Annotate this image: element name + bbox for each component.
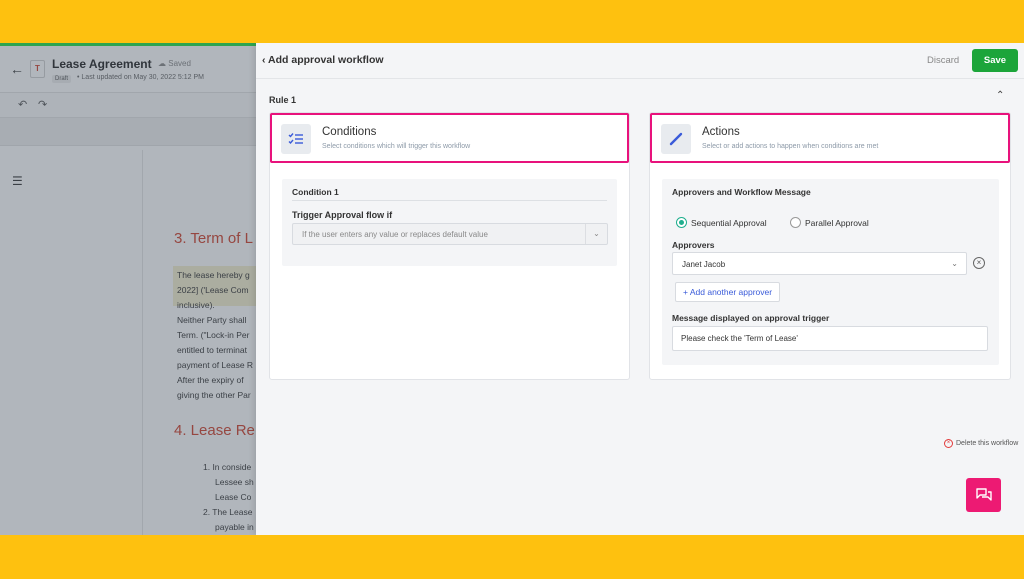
add-approver-button[interactable]: + Add another approver <box>675 282 781 302</box>
conditions-title: Conditions <box>322 126 377 138</box>
conditions-header: Conditions Select conditions which will … <box>270 113 629 163</box>
approvers-block: Approvers and Workflow Message Sequentia… <box>662 179 999 365</box>
parallel-approval-label: Parallel Approval <box>805 217 869 228</box>
radio-unchecked-icon <box>790 217 801 228</box>
save-button[interactable]: Save <box>972 49 1018 72</box>
approvers-section-title: Approvers and Workflow Message <box>672 187 811 197</box>
approvers-label: Approvers <box>672 240 715 250</box>
back-to-workflows-link[interactable]: ‹ Add approval workflow <box>262 54 384 66</box>
delete-workflow-link[interactable]: × Delete this workflow <box>944 439 1018 448</box>
approval-workflow-panel: ‹ Add approval workflow Discard Save Rul… <box>256 43 1024 535</box>
delete-circle-icon: × <box>944 439 953 448</box>
sequential-approval-label: Sequential Approval <box>691 217 767 228</box>
discard-button[interactable]: Discard <box>919 50 967 72</box>
panel-title: Add approval workflow <box>268 54 384 66</box>
panel-body: Rule 1 ⌃ Conditions Select conditions wh… <box>256 79 1024 535</box>
trigger-label: Trigger Approval flow if <box>292 210 393 220</box>
sequential-approval-radio[interactable]: Sequential Approval <box>676 217 767 228</box>
remove-approver-icon[interactable]: × <box>973 257 985 269</box>
chevron-down-icon: ⌄ <box>585 224 607 244</box>
message-label: Message displayed on approval trigger <box>672 313 830 323</box>
condition-block: Condition 1 Trigger Approval flow if If … <box>282 179 617 266</box>
approver-select[interactable]: Janet Jacob ⌄ <box>672 252 967 275</box>
actions-subtitle: Select or add actions to happen when con… <box>702 143 879 150</box>
pencil-icon <box>661 124 691 154</box>
document-editor: ← T Lease Agreement ☁ Saved Draft • Last… <box>0 43 272 535</box>
chevron-up-icon[interactable]: ⌃ <box>996 90 1004 101</box>
parallel-approval-radio[interactable]: Parallel Approval <box>790 217 869 228</box>
chat-icon <box>975 487 992 501</box>
actions-header: Actions Select or add actions to happen … <box>650 113 1010 163</box>
checklist-icon <box>281 124 311 154</box>
modal-overlay[interactable] <box>0 46 270 535</box>
chevron-down-icon: ⌄ <box>951 259 958 268</box>
app-screen: ← T Lease Agreement ☁ Saved Draft • Last… <box>0 43 1024 535</box>
conditions-subtitle: Select conditions which will trigger thi… <box>322 143 471 150</box>
trigger-condition-select[interactable]: If the user enters any value or replaces… <box>292 223 608 245</box>
actions-card: Actions Select or add actions to happen … <box>649 112 1011 380</box>
actions-title: Actions <box>702 126 740 138</box>
trigger-condition-value: If the user enters any value or replaces… <box>302 230 488 239</box>
divider <box>292 200 607 201</box>
condition-title: Condition 1 <box>292 187 339 197</box>
rule-title: Rule 1 <box>269 95 297 105</box>
chat-button[interactable] <box>966 478 1001 512</box>
chevron-left-icon: ‹ <box>262 54 266 66</box>
radio-checked-icon <box>676 217 687 228</box>
conditions-card: Conditions Select conditions which will … <box>269 112 630 380</box>
approver-value: Janet Jacob <box>682 260 726 269</box>
approval-message-input[interactable] <box>672 326 988 351</box>
panel-header: ‹ Add approval workflow Discard Save <box>256 43 1024 79</box>
delete-workflow-label: Delete this workflow <box>956 440 1019 447</box>
